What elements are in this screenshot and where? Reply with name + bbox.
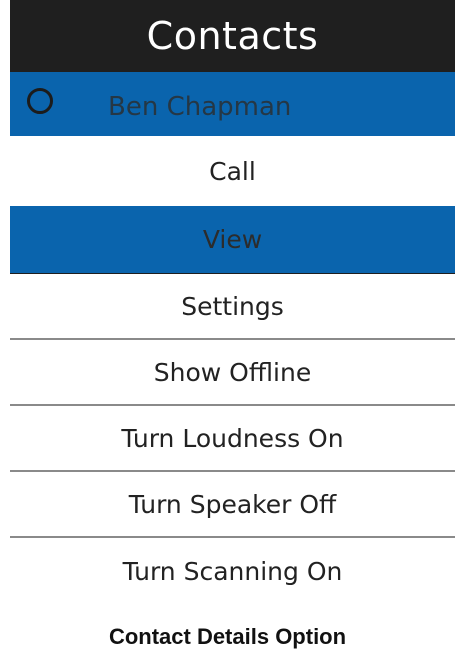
menu-item-show-offline[interactable]: Show Offline	[10, 340, 455, 406]
menu-item-label: Turn Scanning On	[122, 556, 343, 586]
screen-title: Contacts	[146, 14, 319, 58]
menu-item-label: Call	[209, 156, 256, 186]
menu-item-label: Turn Loudness On	[121, 423, 344, 453]
presence-circle-icon	[27, 88, 53, 114]
menu-item-turn-speaker-off[interactable]: Turn Speaker Off	[10, 472, 455, 538]
menu-item-label: View	[202, 225, 263, 254]
menu-item-call[interactable]: Call	[10, 136, 455, 206]
figure-caption: Contact Details Option	[108, 624, 347, 649]
title-bar: Contacts	[10, 0, 455, 72]
menu-item-settings[interactable]: Settings	[10, 274, 455, 340]
menu-item-turn-loudness-on[interactable]: Turn Loudness On	[10, 406, 455, 472]
contact-row-selected[interactable]: Ben Chapman	[10, 72, 455, 136]
menu-item-turn-scanning-on[interactable]: Turn Scanning On	[10, 538, 455, 604]
menu-item-label: Show Offline	[153, 357, 312, 387]
menu-item-label: Turn Speaker Off	[128, 489, 337, 519]
menu-item-view[interactable]: View	[10, 206, 455, 274]
contacts-screen: Contacts Ben Chapman Call View Settings …	[10, 0, 455, 610]
menu-item-label: Settings	[181, 291, 284, 321]
contact-options-menu: Call View Settings Show Offline Turn Lou…	[10, 136, 455, 604]
contact-name: Ben Chapman	[108, 92, 292, 122]
